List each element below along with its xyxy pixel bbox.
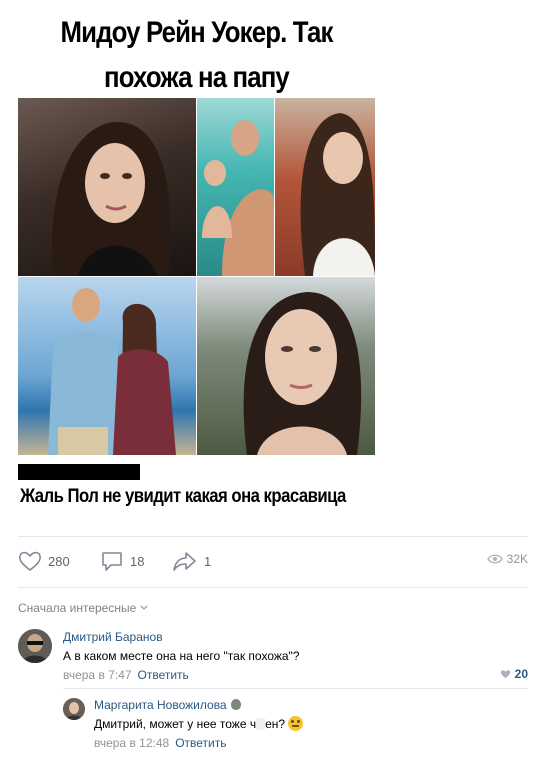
comment-like-count: 20	[514, 667, 528, 681]
like-button[interactable]: 280	[18, 550, 70, 572]
comment-time[interactable]: вчера в 7:47	[63, 668, 132, 682]
sort-label: Сначала интересные	[18, 601, 137, 615]
heart-icon	[19, 551, 41, 572]
share-button[interactable]: 1	[172, 550, 211, 572]
avatar[interactable]	[63, 698, 85, 720]
alien-icon	[230, 699, 241, 710]
censored-fragment	[256, 718, 266, 730]
comment-meta: вчера в 7:47 Ответить	[63, 668, 189, 682]
meme-title-line-2: похожа на папу	[104, 61, 290, 94]
comment-sort-dropdown[interactable]: Сначала интересные	[18, 601, 148, 615]
like-count: 280	[48, 553, 70, 569]
comment-text-part-1: Дмитрий, может у нее тоже ч	[94, 717, 257, 731]
comment-button[interactable]: 18	[100, 550, 144, 572]
photo-beach[interactable]	[18, 277, 196, 455]
comment-icon	[102, 552, 122, 571]
divider	[18, 536, 528, 537]
divider	[18, 587, 528, 588]
reply-button[interactable]: Ответить	[175, 736, 226, 750]
comment-meta: вчера в 12:48 Ответить	[94, 736, 226, 750]
share-icon	[173, 552, 196, 571]
photo-portrait[interactable]	[197, 277, 375, 455]
divider	[63, 688, 528, 689]
comment-text-part-2: ен?	[265, 717, 286, 731]
photo-selfie[interactable]	[18, 98, 196, 276]
photo-collage[interactable]	[18, 98, 375, 455]
comment-author-name: Маргарита Новожилова	[94, 698, 227, 712]
post-actions: 280 18 1 32K	[18, 550, 528, 574]
comment-time[interactable]: вчера в 12:48	[94, 736, 169, 750]
photo-pool[interactable]	[197, 98, 274, 276]
meme-title: Мидоу Рейн Уокер. Так похожа на папу	[43, 10, 350, 100]
comment-like-button[interactable]: 20	[500, 667, 528, 681]
avatar[interactable]	[18, 629, 52, 663]
view-counter: 32K	[486, 552, 528, 566]
reply-button[interactable]: Ответить	[138, 668, 189, 682]
meme-title-line-1: Мидоу Рейн Уокер. Так	[60, 16, 333, 49]
comment-author[interactable]: Маргарита Новожилова	[94, 698, 241, 712]
eye-icon	[486, 554, 503, 564]
smiley-emoji-icon	[288, 716, 304, 731]
comment-count: 18	[130, 553, 145, 569]
comment-author[interactable]: Дмитрий Баранов	[63, 630, 163, 644]
comment-text: А в каком месте она на него "так похожа"…	[63, 649, 300, 663]
post-caption: Жаль Пол не увидит какая она красавица	[20, 486, 346, 507]
chevron-down-icon	[140, 605, 148, 610]
comment-text: Дмитрий, может у нее тоже ч ен?	[94, 716, 304, 731]
view-count: 32K	[506, 552, 528, 566]
redacted-bar	[18, 464, 140, 480]
heart-icon	[500, 670, 510, 679]
photo-wall[interactable]	[275, 98, 375, 276]
share-count: 1	[204, 553, 212, 569]
